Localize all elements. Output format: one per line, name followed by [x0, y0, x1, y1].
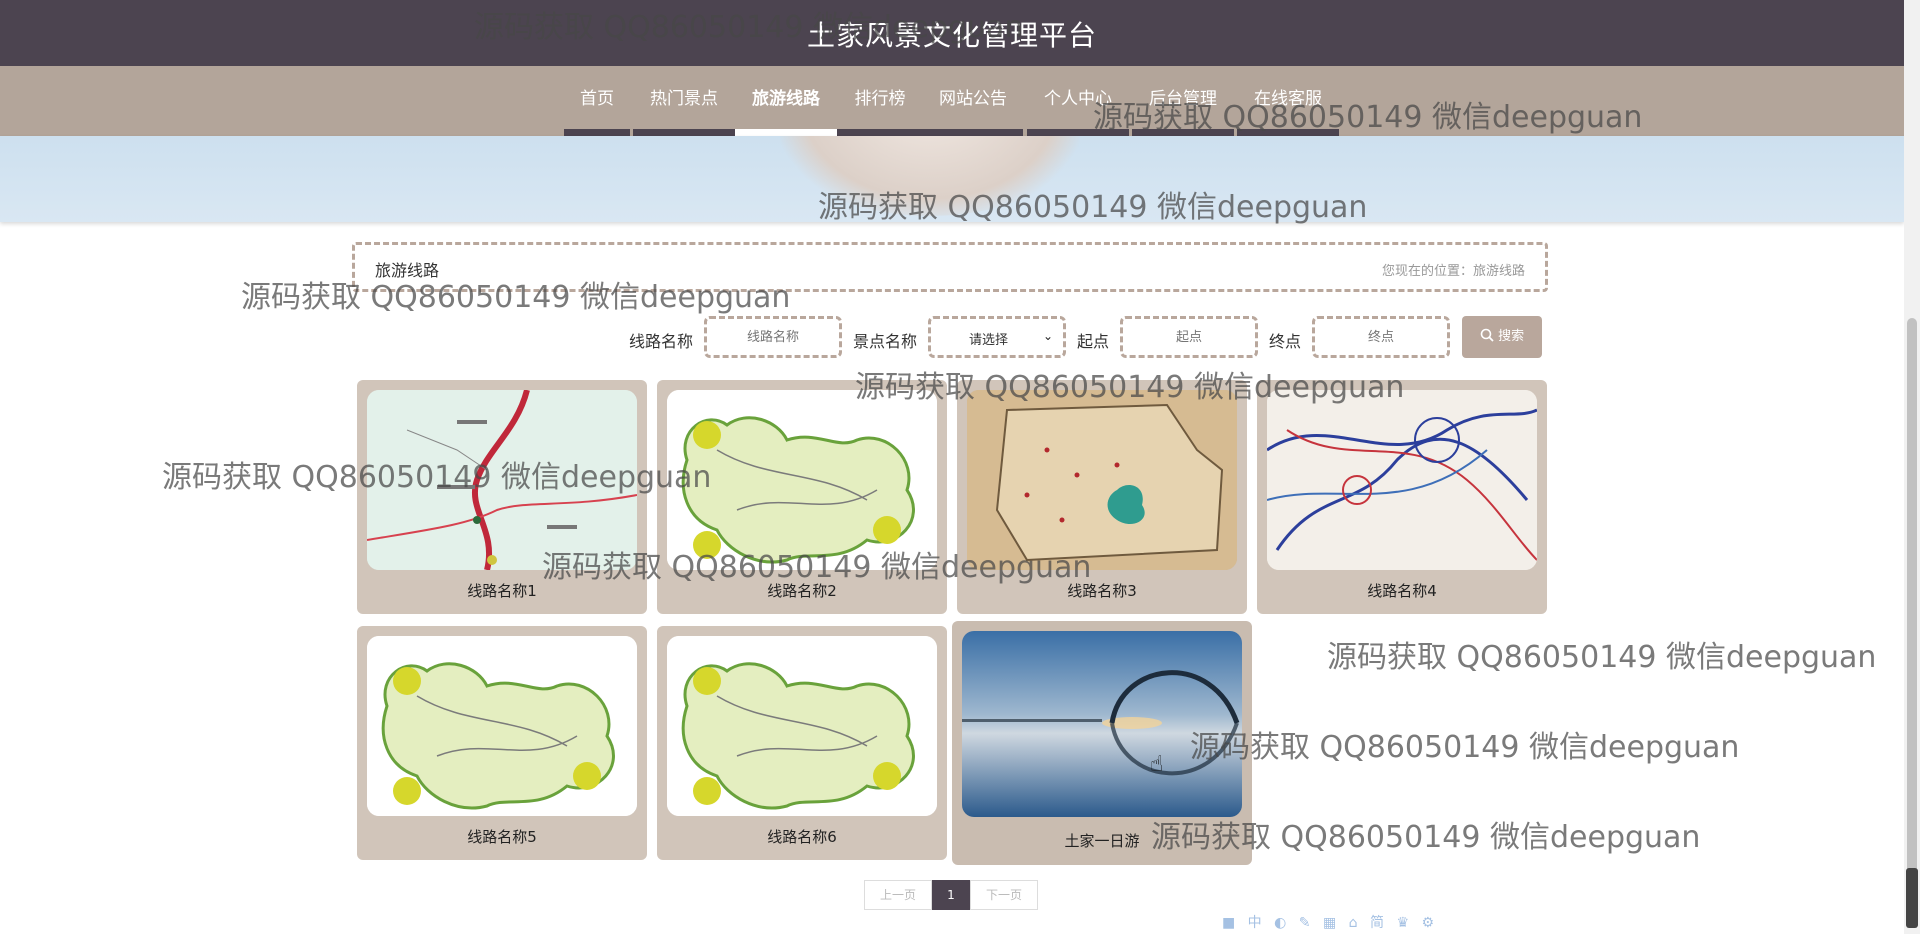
hand-cursor-icon: ☝ [1150, 752, 1164, 777]
scenic-name-label: 景点名称 [853, 332, 918, 351]
chevron-down-icon: ⌄ [1042, 329, 1053, 343]
nav-ranking[interactable]: 排行榜 [837, 66, 923, 136]
breadcrumb-location: 您现在的位置：旅游线路 [1381, 264, 1525, 279]
watermark: 源码获取 QQ86050149 微信deepguan [1151, 820, 1701, 855]
ime-toolbar-icons: ■ 中 ◐ ✎ ▦ ⌂ 简 ♛ ⚙ [1222, 915, 1438, 931]
scrollbar-thumb[interactable] [1907, 318, 1917, 878]
watermark: 源码获取 QQ86050149 微信deepguan [241, 280, 791, 315]
nav-travel-routes-label: 旅游线路 [752, 89, 820, 109]
nav-ranking-label: 排行榜 [854, 89, 906, 109]
scenic-select-value: 请选择 [969, 333, 1009, 348]
nav-home-label: 首页 [580, 89, 614, 109]
route-name-input[interactable] [704, 316, 842, 358]
search-icon [1480, 328, 1494, 342]
search-button-label: 搜索 [1498, 329, 1525, 344]
watermark: 源码获取 QQ86050149 微信deepguan [855, 370, 1405, 405]
nav-hot-spots[interactable]: 热门景点 [633, 66, 735, 136]
end-label: 终点 [1269, 332, 1302, 351]
watermark: 源码获取 QQ86050149 微信deepguan [818, 190, 1368, 225]
end-input[interactable] [1312, 316, 1450, 358]
route-card[interactable]: 线路名称4 [1257, 380, 1547, 614]
nav-underline [564, 129, 630, 136]
nav-underline [923, 129, 1023, 136]
watermark: 源码获取 QQ86050149 微信deepguan [474, 10, 1024, 45]
watermark: 源码获取 QQ86050149 微信deepguan [1327, 640, 1877, 675]
scenic-select[interactable]: 请选择 ⌄ [928, 316, 1066, 358]
route-card-title: 线路名称5 [467, 828, 537, 846]
route-card-title: 线路名称4 [1367, 582, 1437, 600]
nav-active-underline [735, 129, 837, 136]
route-card[interactable]: 线路名称6 [657, 626, 947, 860]
watermark: 源码获取 QQ86050149 微信deepguan [1190, 730, 1740, 765]
nav-announcements-label: 网站公告 [939, 89, 1007, 109]
route-card[interactable]: 线路名称5 [357, 626, 647, 860]
route-image-map-lines [1267, 390, 1537, 570]
route-name-label: 线路名称 [629, 332, 694, 351]
prev-page-button[interactable]: 上一页 [864, 880, 932, 910]
nav-announcements[interactable]: 网站公告 [923, 66, 1023, 136]
page-1-button[interactable]: 1 [932, 880, 970, 910]
nav-underline [633, 129, 735, 136]
nav-hot-spots-label: 热门景点 [650, 89, 718, 109]
start-label: 起点 [1077, 332, 1110, 351]
start-input[interactable] [1120, 316, 1258, 358]
search-button[interactable]: 搜索 [1462, 316, 1542, 358]
page-scrollbar[interactable] [1904, 0, 1920, 934]
route-image-map-green [367, 636, 637, 816]
nav-home[interactable]: 首页 [564, 66, 630, 136]
watermark: 源码获取 QQ86050149 微信deepguan [162, 460, 712, 495]
watermark: 源码获取 QQ86050149 微信deepguan [542, 550, 1092, 585]
nav-travel-routes[interactable]: 旅游线路 [735, 66, 837, 136]
scrollbar-widget[interactable] [1906, 868, 1918, 928]
route-card-title: 线路名称6 [767, 828, 837, 846]
watermark: 源码获取 QQ86050149 微信deepguan [1093, 100, 1643, 135]
route-image-map-green [667, 636, 937, 816]
next-page-button[interactable]: 下一页 [970, 880, 1038, 910]
nav-underline [837, 129, 923, 136]
